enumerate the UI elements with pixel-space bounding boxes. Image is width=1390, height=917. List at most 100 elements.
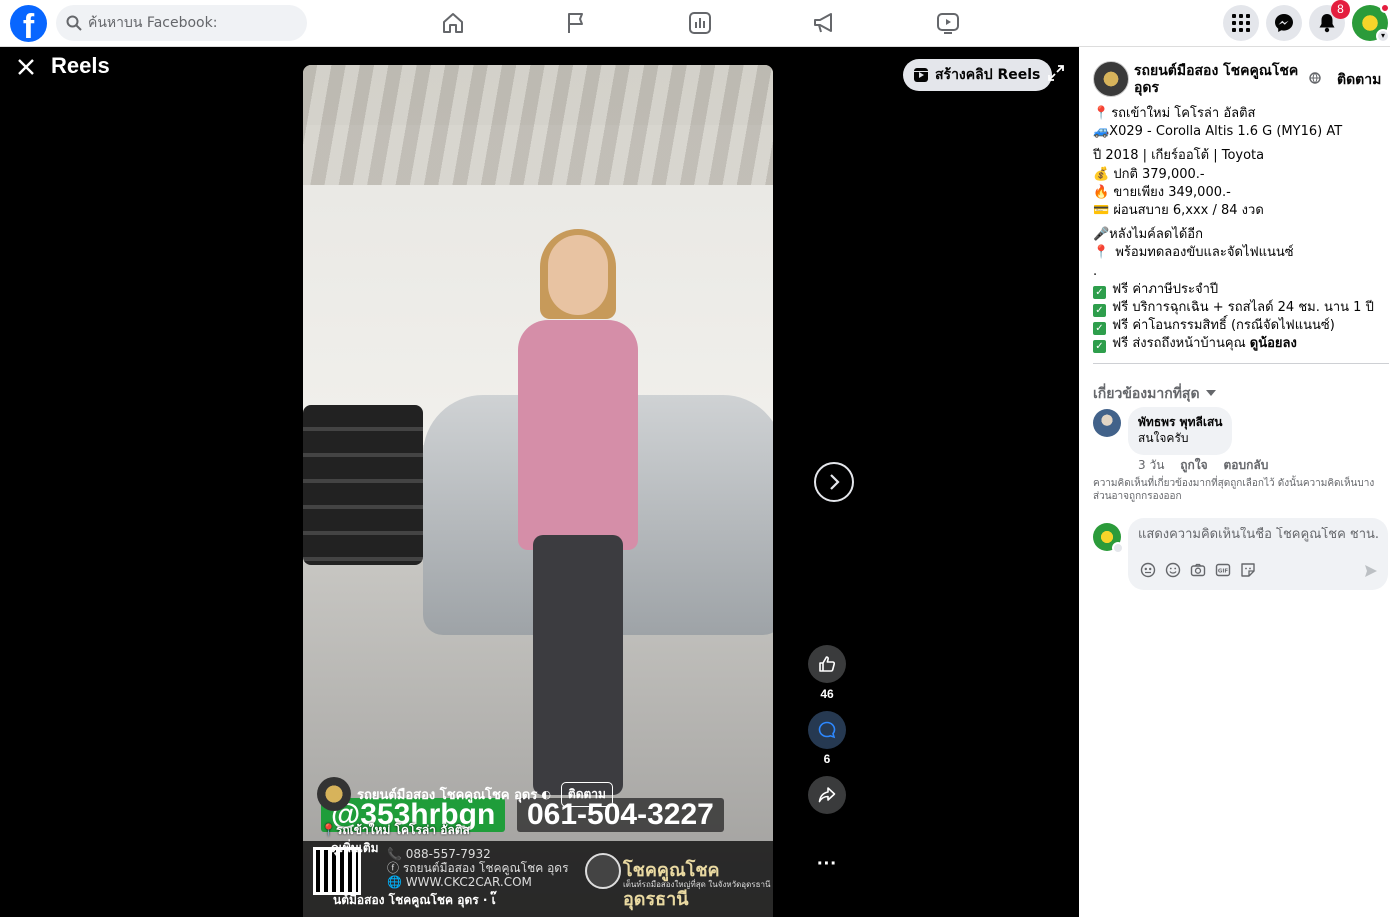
overlay-website: WWW.CKC2CAR.COM [405, 875, 532, 889]
reel-caption: 📍รถเข้าใหม่ โคโรล่า อัลติส [321, 821, 470, 840]
desc-text: ฟรี ส่งรถถึงหน้าบ้านคุณ [1112, 336, 1246, 352]
relevance-note: ความคิดเห็นที่เกี่ยวข้องมากที่สุดถูกเลือ… [1093, 478, 1375, 502]
reel-author-avatar[interactable] [317, 777, 351, 811]
share-button[interactable] [808, 776, 846, 814]
reel-author-row: รถยนต์มือสอง โชคคูณโชค อุดร ◐ ติดตาม [317, 777, 613, 811]
home-icon[interactable] [440, 10, 466, 36]
video-icon[interactable] [935, 10, 961, 36]
commenter-avatar[interactable] [1093, 409, 1121, 437]
reels-title: Reels [51, 53, 110, 78]
create-reel-label: สร้างคลิป Reels [935, 67, 1041, 83]
search-icon [66, 15, 82, 31]
comment-like-button[interactable]: ถูกใจ [1180, 458, 1207, 472]
desc-line: . [1093, 263, 1098, 279]
desc-text: ฟรี ค่าโอนกรรมสิทธิ์ (กรณีจัดไฟแนนซ์) [1112, 318, 1335, 334]
follow-page-button[interactable]: ติดตาม [1337, 69, 1381, 91]
my-avatar[interactable] [1093, 523, 1124, 554]
see-less-link[interactable]: ดูน้อยลง [1250, 336, 1297, 351]
dealer-logo-icon [585, 853, 621, 889]
ads-megaphone-icon[interactable] [811, 10, 837, 36]
desc-line: ✓ ฟรี ค่าภาษีประจำปี [1093, 281, 1383, 299]
search-input[interactable] [88, 15, 288, 31]
desc-line: 🔥 ขายเพียง 349,000.- [1093, 184, 1231, 200]
person-pants [533, 535, 623, 795]
send-icon[interactable] [1364, 564, 1378, 578]
comment-composer[interactable]: GIF [1128, 518, 1388, 590]
overlay-logo-subtitle: เต็นท์รถมือสองใหญ่ที่สุด ในจังหวัดอุดรธา… [623, 880, 771, 889]
like-count: 46 [820, 687, 834, 701]
facebook-logo-icon[interactable]: f [10, 5, 47, 42]
create-reel-button[interactable]: สร้างคลิป Reels [903, 59, 1053, 91]
menu-grid-button[interactable] [1223, 5, 1259, 41]
comment-bubble-icon [818, 721, 836, 739]
close-icon[interactable] [14, 55, 38, 79]
reel-see-more[interactable]: ดูเพิ่มเติม [331, 839, 379, 858]
like-button[interactable] [808, 645, 846, 683]
page-avatar[interactable] [1093, 61, 1129, 97]
chevron-down-icon [1112, 542, 1124, 554]
share-arrow-icon [818, 787, 836, 803]
comment-sort-dropdown[interactable]: เกี่ยวข้องมากที่สุด [1093, 383, 1216, 405]
desc-line: 🚙X029 - Corolla Altis 1.6 G (MY16) AT [1093, 124, 1343, 140]
comment-text: สนใจครับ [1138, 431, 1189, 445]
camera-icon[interactable] [1190, 562, 1206, 578]
checkmark-icon: ✓ [1093, 340, 1106, 354]
desc-line: 💳 ผ่อนสบาย 6,xxx / 84 งวด [1093, 203, 1264, 219]
checkmark-icon: ✓ [1093, 285, 1106, 299]
comment-bubble: พัทธพร พุทลีเสน สนใจครับ [1128, 407, 1233, 455]
svg-text:GIF: GIF [1218, 569, 1229, 575]
desc-text: พร้อมทดลองขับและจัดไฟแนนซ์ [1115, 245, 1294, 261]
pages-flag-icon[interactable] [563, 10, 589, 36]
comment-reply-button[interactable]: ตอบกลับ [1223, 458, 1268, 472]
desc-line: ปี 2018 | เกียร์ออโต้ | Toyota [1093, 148, 1265, 164]
video-ceiling [303, 65, 773, 185]
messenger-button[interactable] [1266, 5, 1302, 41]
desc-line: 📍 พร้อมทดลองขับและจัดไฟแนนซ์ [1093, 244, 1383, 262]
top-navigation-bar: f 8 ▾ [0, 0, 1390, 47]
reel-author-name[interactable]: รถยนต์มือสอง โชคคูณโชค อุดร [357, 784, 537, 805]
emoji-icon[interactable] [1165, 562, 1181, 578]
page-name-link[interactable]: รถยนต์มือสอง โชคคูณโชค อุดร [1134, 63, 1304, 97]
reel-follow-button[interactable]: ติดตาม [560, 781, 613, 807]
sort-label: เกี่ยวข้องมากที่สุด [1093, 386, 1200, 402]
globe-icon: ◐ [541, 787, 551, 801]
gif-icon[interactable]: GIF [1215, 562, 1231, 578]
comment-author[interactable]: พัทธพร พุทลีเสน [1138, 414, 1222, 430]
desc-text: ฟรี ค่าภาษีประจำปี [1112, 281, 1219, 297]
more-options-icon[interactable]: ··· [812, 854, 842, 877]
comment-meta: 3 วัน ถูกใจ ตอบกลับ [1138, 456, 1280, 475]
next-reel-button[interactable] [814, 462, 854, 502]
reel-description: 📍 รถเข้าใหม่ โคโรล่า อัลติส 🚙X029 - Corol… [1093, 105, 1383, 354]
person-head [548, 235, 608, 315]
comment-time[interactable]: 3 วัน [1138, 458, 1164, 472]
pin-icon: 📍 [1093, 106, 1110, 121]
globe-icon [1309, 72, 1321, 84]
status-dot [1380, 3, 1390, 13]
desc-text: รถเข้าใหม่ โคโรล่า อัลติส [1111, 106, 1256, 121]
avatar-sticker-icon[interactable] [1140, 562, 1156, 578]
video-person [518, 229, 638, 795]
grid-icon [1232, 14, 1250, 32]
caret-down-icon [1205, 390, 1216, 396]
reel-video[interactable]: @353hrbgn 061-504-3227 📞 088-557-7932 ⓕ … [303, 65, 773, 917]
desc-line: ✓ ฟรี บริการฉุกเฉิน + รถสไลด์ 24 ชม. นาน … [1093, 299, 1383, 318]
desc-line: 💰 ปกติ 379,000.- [1093, 166, 1205, 182]
search-box[interactable] [56, 5, 307, 41]
account-avatar[interactable]: ▾ [1352, 3, 1390, 43]
comment-button[interactable] [808, 711, 846, 749]
reel-camera-icon [914, 68, 928, 82]
desc-line: ✓ ฟรี ส่งรถถึงหน้าบ้านคุณ ดูน้อยลง [1093, 335, 1383, 354]
checkmark-icon: ✓ [1093, 322, 1106, 336]
chevron-right-icon [830, 474, 840, 490]
sticker-icon[interactable] [1240, 562, 1256, 578]
overlay-phone-small: 088-557-7932 [405, 847, 491, 861]
thumbs-up-icon [819, 656, 836, 672]
comment-count: 6 [823, 752, 831, 766]
insights-icon[interactable] [687, 10, 713, 36]
notifications-button[interactable]: 8 [1309, 0, 1350, 41]
video-tires [303, 405, 423, 565]
comment-input[interactable] [1138, 527, 1378, 542]
desc-line: ✓ ฟรี ค่าโอนกรรมสิทธิ์ (กรณีจัดไฟแนนซ์) [1093, 317, 1383, 336]
messenger-icon [1275, 14, 1293, 32]
fullscreen-icon[interactable] [1047, 64, 1065, 82]
